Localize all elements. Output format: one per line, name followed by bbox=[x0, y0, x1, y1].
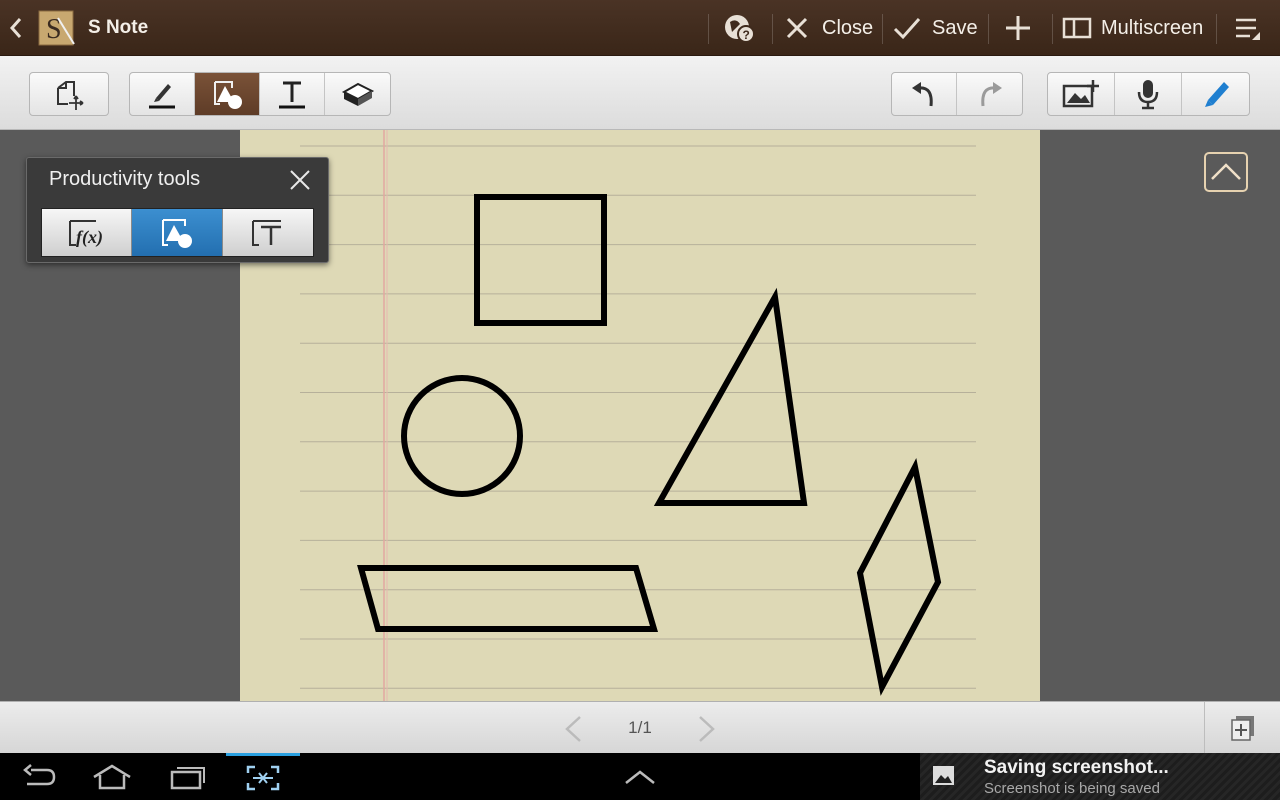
nav-expand-button[interactable] bbox=[618, 753, 662, 800]
tool-bar bbox=[0, 56, 1280, 130]
formula-match-button[interactable]: f(x) bbox=[42, 209, 133, 256]
redo-button[interactable] bbox=[957, 73, 1022, 115]
collapse-toolbar-button[interactable] bbox=[1204, 152, 1248, 192]
select-move-button[interactable] bbox=[30, 73, 108, 115]
plus-icon bbox=[1006, 16, 1030, 40]
eraser-icon bbox=[341, 82, 374, 106]
eraser-mode-button[interactable] bbox=[325, 73, 390, 115]
nav-home-button[interactable] bbox=[88, 753, 136, 800]
pen-mode-button[interactable] bbox=[130, 73, 195, 115]
insert-image-icon bbox=[1062, 80, 1099, 108]
shape-mode-button[interactable] bbox=[195, 73, 260, 115]
note-paper bbox=[300, 130, 976, 701]
note-canvas[interactable] bbox=[240, 130, 1040, 701]
shape-match-button[interactable] bbox=[132, 209, 223, 256]
nav-recent-button[interactable] bbox=[166, 753, 210, 800]
chevron-up-icon bbox=[1211, 163, 1241, 180]
nav-screenshot-button[interactable] bbox=[226, 753, 300, 800]
text-mode-button[interactable] bbox=[260, 73, 325, 115]
back-button[interactable] bbox=[8, 0, 30, 56]
multiscreen-icon bbox=[1062, 17, 1092, 39]
nav-back-button[interactable] bbox=[16, 753, 62, 800]
menu-button[interactable] bbox=[1232, 0, 1264, 56]
add-page-button[interactable] bbox=[1204, 702, 1280, 754]
close-x-icon bbox=[786, 17, 808, 39]
redo-icon bbox=[980, 82, 1002, 107]
history-group bbox=[891, 72, 1023, 116]
productivity-tools-title: Productivity tools bbox=[49, 168, 201, 190]
select-move-icon bbox=[57, 81, 84, 110]
brush-pen-button[interactable] bbox=[1182, 73, 1249, 115]
notification-subtitle: Screenshot is being saved bbox=[984, 780, 1160, 797]
insert-group bbox=[1047, 72, 1250, 116]
mode-group bbox=[129, 72, 391, 116]
page-navigation-bar: 1/1 bbox=[0, 701, 1280, 754]
add-page-icon bbox=[1230, 716, 1254, 741]
multiscreen-label: Multiscreen bbox=[1101, 16, 1204, 39]
snote-app-icon: S bbox=[38, 10, 75, 46]
home-icon bbox=[93, 764, 131, 789]
drawn-rhombus[interactable] bbox=[856, 458, 942, 696]
app-title-text: S Note bbox=[88, 17, 149, 38]
svg-text:f(x): f(x) bbox=[76, 227, 103, 248]
insert-image-button[interactable] bbox=[1048, 73, 1115, 115]
back-chevron-icon bbox=[9, 18, 22, 38]
close-button[interactable]: Close bbox=[784, 0, 873, 56]
drawn-triangle[interactable] bbox=[653, 287, 808, 506]
notification-title: Saving screenshot... bbox=[984, 757, 1169, 778]
save-label: Save bbox=[932, 16, 978, 39]
gallery-image-icon bbox=[932, 765, 956, 792]
page-indicator: 1/1 bbox=[628, 718, 652, 737]
voice-record-button[interactable] bbox=[1115, 73, 1182, 115]
menu-icon bbox=[1236, 18, 1260, 40]
shape-match-icon bbox=[161, 218, 192, 248]
app-title: S Note bbox=[88, 0, 148, 56]
app-icon[interactable]: S bbox=[38, 0, 76, 56]
help-button[interactable]: ? bbox=[722, 0, 760, 56]
select-group bbox=[29, 72, 109, 116]
pen-icon bbox=[149, 84, 175, 109]
drawn-square[interactable] bbox=[474, 194, 607, 326]
drawn-circle[interactable] bbox=[401, 375, 523, 497]
chevron-right-icon bbox=[699, 716, 715, 742]
productivity-close-button[interactable] bbox=[286, 166, 314, 194]
brush-pen-icon bbox=[1204, 82, 1229, 107]
undo-button[interactable] bbox=[892, 73, 957, 115]
chevron-up-small-icon bbox=[625, 769, 655, 784]
close-icon bbox=[290, 170, 310, 190]
shape-icon bbox=[214, 81, 242, 109]
action-bar: S S Note ? Close Save Multiscreen bbox=[0, 0, 1280, 56]
drawn-parallelogram[interactable] bbox=[357, 565, 659, 632]
svg-text:?: ? bbox=[743, 28, 750, 42]
undo-icon bbox=[912, 82, 933, 107]
checkmark-icon bbox=[893, 18, 921, 40]
snote-app: S S Note ? Close Save Multiscreen Produc… bbox=[0, 0, 1280, 800]
add-button[interactable] bbox=[1004, 0, 1036, 56]
close-label: Close bbox=[822, 16, 874, 39]
screenshot-notification[interactable]: Saving screenshot... Screenshot is being… bbox=[920, 753, 1280, 800]
text-icon bbox=[279, 81, 305, 109]
next-page-button[interactable] bbox=[696, 714, 718, 749]
screenshot-capture-icon bbox=[246, 765, 280, 791]
productivity-tool-buttons: f(x) bbox=[41, 208, 314, 257]
chevron-left-icon bbox=[565, 716, 581, 742]
nav-back-icon bbox=[23, 763, 56, 785]
voice-record-icon bbox=[1137, 80, 1159, 110]
prev-page-button[interactable] bbox=[562, 714, 584, 749]
productivity-tools-panel: Productivity tools f(x) bbox=[26, 157, 329, 263]
formula-icon: f(x) bbox=[68, 219, 103, 248]
save-button[interactable]: Save bbox=[892, 0, 978, 56]
text-recognition-icon bbox=[251, 219, 281, 246]
help-globe-icon: ? bbox=[725, 15, 755, 43]
multiscreen-button[interactable]: Multiscreen bbox=[1062, 0, 1203, 56]
recent-apps-icon bbox=[170, 766, 205, 789]
text-recognition-button[interactable] bbox=[222, 209, 313, 256]
